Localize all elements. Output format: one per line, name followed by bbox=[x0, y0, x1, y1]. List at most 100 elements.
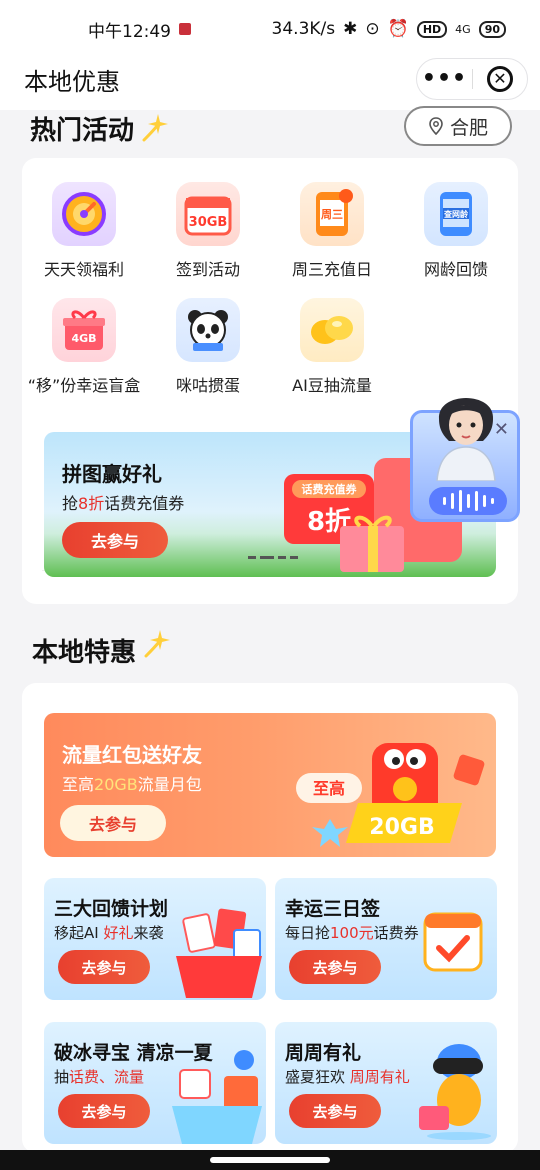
phone-wednesday-icon: 周三 bbox=[300, 182, 364, 246]
traffic-banner[interactable]: 流量红包送好友 至高20GB流量月包 去参与 至高 20GB bbox=[44, 713, 496, 857]
ai-assistant-float[interactable]: ✕ bbox=[410, 398, 520, 522]
red-packet-mascot-illustration: 至高 20GB bbox=[296, 743, 485, 847]
grid-label: 签到活动 bbox=[175, 260, 240, 279]
subtitle-prefix: 每日抢 bbox=[285, 924, 331, 942]
network-speed: 34.3K/s bbox=[271, 19, 336, 39]
puzzle-banner-title: 拼图赢好礼 bbox=[62, 462, 162, 486]
calendar-check-icon bbox=[423, 912, 483, 972]
panda-icon bbox=[176, 298, 240, 362]
city-label: 合肥 bbox=[449, 116, 488, 139]
grid-label: 周三充值日 bbox=[291, 260, 372, 279]
puzzle-banner-subtitle: 抢8折话费充值券 bbox=[62, 490, 184, 514]
golden-bean-icon bbox=[300, 298, 364, 362]
subtitle-highlight: 100元 bbox=[330, 924, 374, 942]
tile-subtitle: 移起AI 好礼来袭 bbox=[54, 922, 164, 943]
svg-text:4GB: 4GB bbox=[71, 332, 96, 345]
home-indicator[interactable] bbox=[210, 1157, 330, 1163]
sparkle-icon bbox=[142, 114, 168, 142]
subtitle-suffix: 话费券 bbox=[373, 924, 419, 942]
battery-icon: 90 bbox=[478, 20, 506, 38]
grid-item-daily-welfare[interactable]: 天天领福利 bbox=[24, 182, 144, 280]
tile-join-button[interactable]: 去参与 bbox=[289, 1094, 381, 1128]
avatar bbox=[436, 398, 496, 481]
app-notification-icon bbox=[179, 23, 191, 35]
subtitle-prefix: 抢 bbox=[62, 494, 79, 513]
subtitle-prefix: 抽 bbox=[54, 1068, 70, 1086]
tile-join-button[interactable]: 去参与 bbox=[58, 1094, 150, 1128]
close-button[interactable]: ✕ bbox=[473, 66, 527, 92]
phone-age-icon: 查网龄 bbox=[424, 182, 488, 246]
tile-subtitle: 抽话费、流量 bbox=[54, 1066, 144, 1087]
traffic-banner-subtitle: 至高20GB流量月包 bbox=[62, 771, 202, 795]
tile-ice-treasure[interactable]: 破冰寻宝 清凉一夏 抽话费、流量 去参与 bbox=[44, 1022, 266, 1144]
coupon-tag: 话费充值券 bbox=[302, 482, 358, 496]
subtitle-highlight: 话费、流量 bbox=[69, 1068, 145, 1086]
grid-label: “移”份幸运盲盒 bbox=[27, 376, 141, 395]
voice-wave-icon bbox=[429, 487, 507, 515]
subtitle-prefix: 盛夏狂欢 bbox=[285, 1068, 350, 1086]
status-right: 34.3K/s ✱ ⊙ ⏰ HD 4G 90 bbox=[272, 19, 506, 39]
subtitle-highlight: 周周有礼 bbox=[349, 1068, 410, 1086]
toggle-icon: ⊙ bbox=[365, 19, 380, 39]
grid-item-lucky-box[interactable]: 4GB “移”份幸运盲盒 bbox=[24, 298, 144, 396]
signal-icon: 4G bbox=[455, 22, 471, 36]
city-selector[interactable]: 合肥 bbox=[404, 106, 512, 146]
tile-subtitle: 盛夏狂欢 周周有礼 bbox=[285, 1066, 410, 1087]
grid-label: 天天领福利 bbox=[43, 260, 124, 279]
bluetooth-icon: ✱ bbox=[343, 19, 358, 39]
subtitle-prefix: 移起AI bbox=[54, 924, 104, 942]
local-section-title: 本地特惠 bbox=[32, 638, 137, 668]
status-bar: 中午12:49 34.3K/s ✱ ⊙ ⏰ HD 4G 90 bbox=[0, 0, 540, 58]
tile-join-button[interactable]: 去参与 bbox=[289, 950, 381, 984]
hot-section-title: 热门活动 bbox=[30, 116, 135, 146]
grid-item-check-in[interactable]: 30GB 签到活动 bbox=[148, 182, 268, 280]
tile-feedback-plan[interactable]: 三大回馈计划 移起AI 好礼来袭 去参与 bbox=[44, 878, 266, 1000]
alarm-icon: ⏰ bbox=[387, 19, 409, 39]
grid-label: 网龄回馈 bbox=[423, 260, 488, 279]
grid-item-network-age[interactable]: 查网龄 网龄回馈 bbox=[396, 182, 516, 280]
calendar-30gb-icon: 30GB bbox=[176, 182, 240, 246]
traffic-join-button[interactable]: 去参与 bbox=[60, 805, 166, 841]
subtitle-suffix: 来袭 bbox=[133, 924, 164, 942]
tile-title: 周周有礼 bbox=[285, 1042, 362, 1064]
subtitle-highlight: 8折 bbox=[78, 494, 105, 513]
page-title: 本地优惠 bbox=[24, 68, 120, 96]
subtitle-highlight: 20GB bbox=[94, 775, 138, 794]
coupon-basket-illustration bbox=[176, 908, 262, 998]
subtitle-suffix: 话费充值券 bbox=[104, 494, 185, 513]
svg-text:周三: 周三 bbox=[321, 208, 343, 221]
puzzle-join-button[interactable]: 去参与 bbox=[62, 522, 168, 558]
tag-top: 至高 bbox=[313, 779, 345, 798]
close-circle-icon: ✕ bbox=[486, 66, 513, 92]
vr-mascot-illustration bbox=[419, 1044, 491, 1140]
sparkle-icon bbox=[144, 630, 170, 658]
grid-item-ai-bean[interactable]: AI豆抽流量 bbox=[272, 298, 392, 396]
tile-title: 幸运三日签 bbox=[285, 898, 381, 920]
svg-text:30GB: 30GB bbox=[189, 215, 228, 230]
tag-value: 20GB bbox=[369, 815, 434, 840]
status-time: 中午12:49 bbox=[88, 21, 171, 42]
tile-lucky-checkin[interactable]: 幸运三日签 每日抢100元话费券 去参与 bbox=[275, 878, 497, 1000]
location-pin-icon bbox=[429, 117, 443, 135]
traffic-banner-title: 流量红包送好友 bbox=[62, 743, 202, 767]
hd-icon: HD bbox=[416, 20, 448, 38]
wheel-icon bbox=[52, 182, 116, 246]
tile-join-button[interactable]: 去参与 bbox=[58, 950, 150, 984]
subtitle-prefix: 至高 bbox=[62, 775, 95, 794]
tile-weekly-gifts[interactable]: 周周有礼 盛夏狂欢 周周有礼 去参与 bbox=[275, 1022, 497, 1144]
gift-4gb-icon: 4GB bbox=[52, 298, 116, 362]
ice-bowl-illustration bbox=[172, 1050, 262, 1144]
close-icon[interactable]: ✕ bbox=[494, 419, 509, 440]
grid-label: 咪咕掼蛋 bbox=[175, 376, 240, 395]
subtitle-suffix: 流量月包 bbox=[137, 775, 202, 794]
tile-subtitle: 每日抢100元话费券 bbox=[285, 922, 419, 943]
grid-item-wednesday-recharge[interactable]: 周三 周三充值日 bbox=[272, 182, 392, 280]
tile-title: 三大回馈计划 bbox=[54, 898, 169, 920]
ellipsis-icon[interactable]: ••• bbox=[417, 68, 472, 90]
mini-program-capsule: ••• ✕ bbox=[416, 58, 528, 100]
title-bar: 本地优惠 ••• ✕ bbox=[0, 58, 540, 110]
svg-text:查网龄: 查网龄 bbox=[444, 209, 469, 219]
status-time-group: 中午12:49 bbox=[88, 17, 191, 42]
grid-item-migu-guandan[interactable]: 咪咕掼蛋 bbox=[148, 298, 268, 396]
grid-label: AI豆抽流量 bbox=[292, 376, 372, 395]
